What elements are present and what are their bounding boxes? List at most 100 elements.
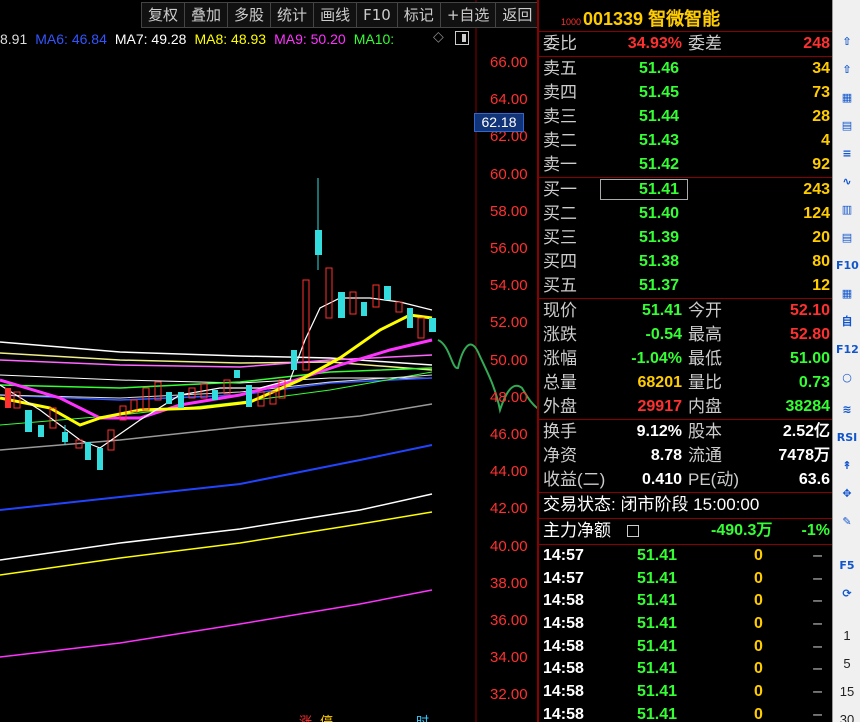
pencil-icon[interactable]: ✎	[836, 512, 858, 532]
toolbar-button-7[interactable]: +自选	[440, 2, 497, 28]
list-icon[interactable]	[627, 525, 639, 537]
tick-volume: 0	[754, 592, 763, 610]
check-chart-icon[interactable]: ▤	[836, 116, 858, 136]
bid-row[interactable]: 买四 51.38 80	[539, 250, 832, 274]
period-button-1[interactable]: 1	[833, 628, 860, 643]
stat-label: 今开	[688, 301, 722, 320]
tick-row: 14:58 51.41 0 –	[539, 681, 832, 704]
bid-row[interactable]: 买三 51.39 20	[539, 226, 832, 250]
order-level-label: 卖四	[543, 83, 577, 102]
tick-direction: –	[813, 660, 822, 678]
toolbar-button-1[interactable]: 叠加	[185, 2, 229, 28]
stat-label: 外盘	[543, 397, 577, 416]
wei-bi-value: 34.93%	[627, 35, 682, 52]
stat-label: 股本	[688, 422, 722, 441]
period-button-30[interactable]: 30	[833, 712, 860, 722]
tick-row: 14:58 51.41 0 –	[539, 590, 832, 613]
quote-stats-2: 换手 9.12% 股本 2.52亿 净资 8.78 流通 7478万 收益(二) 0.410 PE(…	[539, 420, 832, 493]
toolbar-button-4[interactable]: 画线	[314, 2, 358, 28]
line-chart-icon[interactable]: ∿	[836, 172, 858, 192]
order-level-label: 卖一	[543, 155, 577, 174]
order-volume: 124	[803, 205, 830, 222]
toolbar-button-0[interactable]: 复权	[141, 2, 186, 28]
panel-toggle-icon[interactable]	[455, 31, 469, 45]
main-flow-value: -490.3万	[711, 522, 773, 539]
wei-cha-label: 委差	[688, 34, 722, 53]
toolbar-button-6[interactable]: 标记	[397, 2, 441, 28]
stack-icon[interactable]: ▦	[836, 284, 858, 304]
toolbar-button-8[interactable]: 返回	[496, 2, 540, 28]
order-volume: 34	[812, 60, 830, 77]
f12-icon[interactable]: F12	[836, 340, 859, 360]
toolbar-button-3[interactable]: 统计	[271, 2, 315, 28]
up-arrow-icon[interactable]: ⇧	[836, 32, 858, 52]
circle-icon[interactable]: ○	[836, 368, 858, 388]
bid-row[interactable]: 买二 51.40 124	[539, 202, 832, 226]
move-icon[interactable]: ✥	[836, 484, 858, 504]
toolbar-button-5[interactable]: F10	[357, 2, 398, 28]
chart-bottom-label-ting: 停	[320, 711, 333, 722]
candles-icon[interactable]: ▥	[836, 200, 858, 220]
bar-list-icon[interactable]: ≡	[836, 144, 858, 164]
stat-value: 29917	[637, 398, 683, 415]
tick-volume: 0	[754, 660, 763, 678]
trade-status: 交易状态: 闭市阶段 15:00:00	[543, 495, 760, 514]
order-price: 51.45	[639, 84, 680, 101]
order-price: 51.44	[639, 108, 680, 125]
tick-list[interactable]: 14:57 51.41 0–14:57 51.41 0–14:58 51.41 0–14:5…	[539, 545, 832, 722]
stat-value: 9.12%	[636, 423, 682, 440]
bid-row[interactable]: 买五 51.37 12	[539, 274, 832, 298]
ma-legend-item: MA8: 48.93	[194, 31, 267, 47]
tick-time: 14:58	[543, 705, 584, 722]
tick-price: 51.41	[637, 615, 678, 633]
arrow-icon[interactable]: ↟	[836, 456, 858, 476]
stat-label: 涨幅	[543, 349, 577, 368]
order-volume: 80	[812, 253, 830, 270]
tick-row: 14:58 51.41 0 –	[539, 636, 832, 659]
period-button-5[interactable]: 5	[833, 656, 860, 671]
diamond-icon[interactable]: ◇	[433, 29, 444, 45]
stat-row: 外盘 29917 内盘 38284	[539, 395, 832, 419]
toolbar-button-2[interactable]: 多股	[228, 2, 272, 28]
price-axis-label: 34.00	[490, 649, 528, 667]
stat-value: -0.54	[645, 326, 682, 343]
price-axis-label: 52.00	[490, 314, 528, 332]
refresh-icon[interactable]: ⟳	[836, 584, 858, 604]
ma-line-blue	[0, 444, 433, 511]
ma-legend-item: MA10:	[353, 31, 395, 47]
wave-icon[interactable]: ≋	[836, 400, 858, 420]
grid-icon[interactable]: ▦	[836, 88, 858, 108]
ma-legend-item: MA9: 50.20	[274, 31, 346, 47]
stat-value: 51.41	[641, 302, 682, 319]
list-icon[interactable]: ▤	[836, 228, 858, 248]
rsi-icon[interactable]: RSI	[836, 428, 858, 448]
ask-row[interactable]: 卖一 51.42 92	[539, 153, 832, 177]
selection-box	[600, 179, 688, 200]
main-flow-row[interactable]: 主力净额 -490.3万 -1%	[539, 519, 832, 545]
kline-chart[interactable]: 复权 叠加 多股 统计 画线 F10 标记 +自选 返回 8.91 MA6: 46.84 MA7: …	[0, 0, 540, 722]
tick-time: 14:57	[543, 569, 584, 587]
stat-row: 收益(二) 0.410 PE(动) 63.6	[539, 468, 832, 492]
stat-value: 7478万	[778, 447, 830, 464]
ask-row[interactable]: 卖二 51.43 4	[539, 129, 832, 153]
f5-icon[interactable]: F5	[836, 556, 858, 576]
order-volume: 4	[821, 132, 830, 149]
kline-chart-canvas[interactable]	[0, 0, 537, 722]
ma-legend-item: 8.91	[0, 31, 28, 47]
stat-label: 最低	[688, 349, 722, 368]
tick-volume: 0	[754, 637, 763, 655]
zi-icon[interactable]: 自	[836, 312, 858, 332]
ask-row[interactable]: 卖三 51.44 28	[539, 105, 832, 129]
tick-direction: –	[813, 547, 822, 564]
tick-row: 14:58 51.41 0 –	[539, 658, 832, 681]
side-toolbar: ⇧ ⇧ ▦ ▤ ≡ ∿ ▥ ▤ F10 ▦ 自 F12 ○ ≋ RSI ↟ ✥ ✎ F5 ⟳ 1 5 15 30	[832, 0, 860, 722]
ask-row[interactable]: 卖五 51.46 34	[539, 57, 832, 81]
stat-value: 0.410	[641, 471, 682, 488]
period-button-15[interactable]: 15	[833, 684, 860, 699]
f10-icon[interactable]: F10	[836, 256, 859, 276]
price-axis-label: 50.00	[490, 351, 528, 369]
up-outline-icon[interactable]: ⇧	[836, 60, 858, 80]
ask-row[interactable]: 卖四 51.45 73	[539, 81, 832, 105]
bid-row[interactable]: 买一 51.41 243	[539, 178, 832, 202]
stat-label: 最高	[688, 325, 722, 344]
